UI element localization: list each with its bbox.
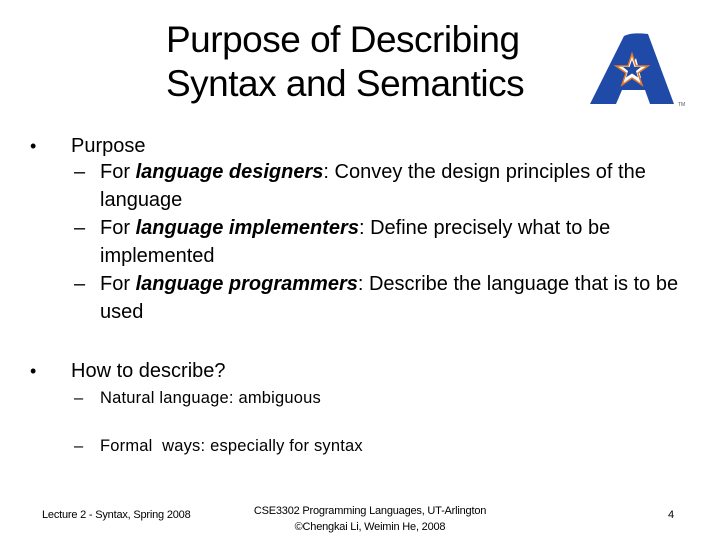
- sub-bullet-emphasis: language designers: [135, 161, 324, 183]
- sub-bullet-item: – For language programmers: Describe the…: [74, 270, 680, 326]
- uta-logo-icon: TM: [590, 33, 685, 108]
- sub-bullet-item: – Natural language: ambiguous: [74, 387, 680, 409]
- title-line-1: Purpose of Describing: [166, 19, 520, 60]
- bullet-icon: •: [30, 361, 37, 381]
- footer-course-line: CSE3302 Programming Languages, UT-Arling…: [253, 505, 487, 517]
- logo-trademark: TM: [678, 102, 685, 108]
- sub-bullet-prefix: For: [100, 217, 136, 239]
- bullet-icon: •: [30, 136, 37, 156]
- dash-icon: –: [74, 161, 86, 183]
- footer-course-info: CSE3302 Programming Languages, UT-Arling…: [230, 503, 510, 535]
- bullet-text: How to describe?: [71, 360, 226, 382]
- dash-icon: –: [74, 389, 84, 407]
- dash-icon: –: [74, 437, 84, 455]
- dash-icon: –: [74, 273, 86, 295]
- title-line-2: Syntax and Semantics: [166, 63, 525, 104]
- sub-bullet-text: Formal ways: especially for syntax: [100, 437, 363, 455]
- footer-lecture-info: Lecture 2 - Syntax, Spring 2008: [42, 509, 191, 521]
- bullet-list: • Purpose – For language designers: Conv…: [0, 134, 720, 457]
- sub-bullet-text: Natural language: ambiguous: [100, 389, 321, 407]
- page-number: 4: [668, 509, 674, 521]
- bullet-item: • How to describe?: [30, 359, 720, 383]
- bullet-text: Purpose: [71, 135, 146, 157]
- slide-title: Purpose of Describing Syntax and Semanti…: [166, 18, 586, 106]
- sub-bullet-prefix: For: [100, 273, 136, 295]
- sub-bullet-item: – Formal ways: especially for syntax: [74, 435, 680, 457]
- sub-bullet-prefix: For: [100, 161, 136, 183]
- sub-bullet-emphasis: language implementers: [135, 217, 359, 239]
- sub-bullet-emphasis: language programmers: [135, 273, 358, 295]
- sub-bullet-item: – For language implementers: Define prec…: [74, 214, 680, 270]
- bullet-item: • Purpose: [30, 134, 720, 158]
- dash-icon: –: [74, 217, 86, 239]
- slide: Purpose of Describing Syntax and Semanti…: [0, 0, 720, 540]
- sub-bullet-item: – For language designers: Convey the des…: [74, 158, 680, 214]
- footer-copyright-line: ©Chengkai Li, Weimin He, 2008: [294, 521, 446, 533]
